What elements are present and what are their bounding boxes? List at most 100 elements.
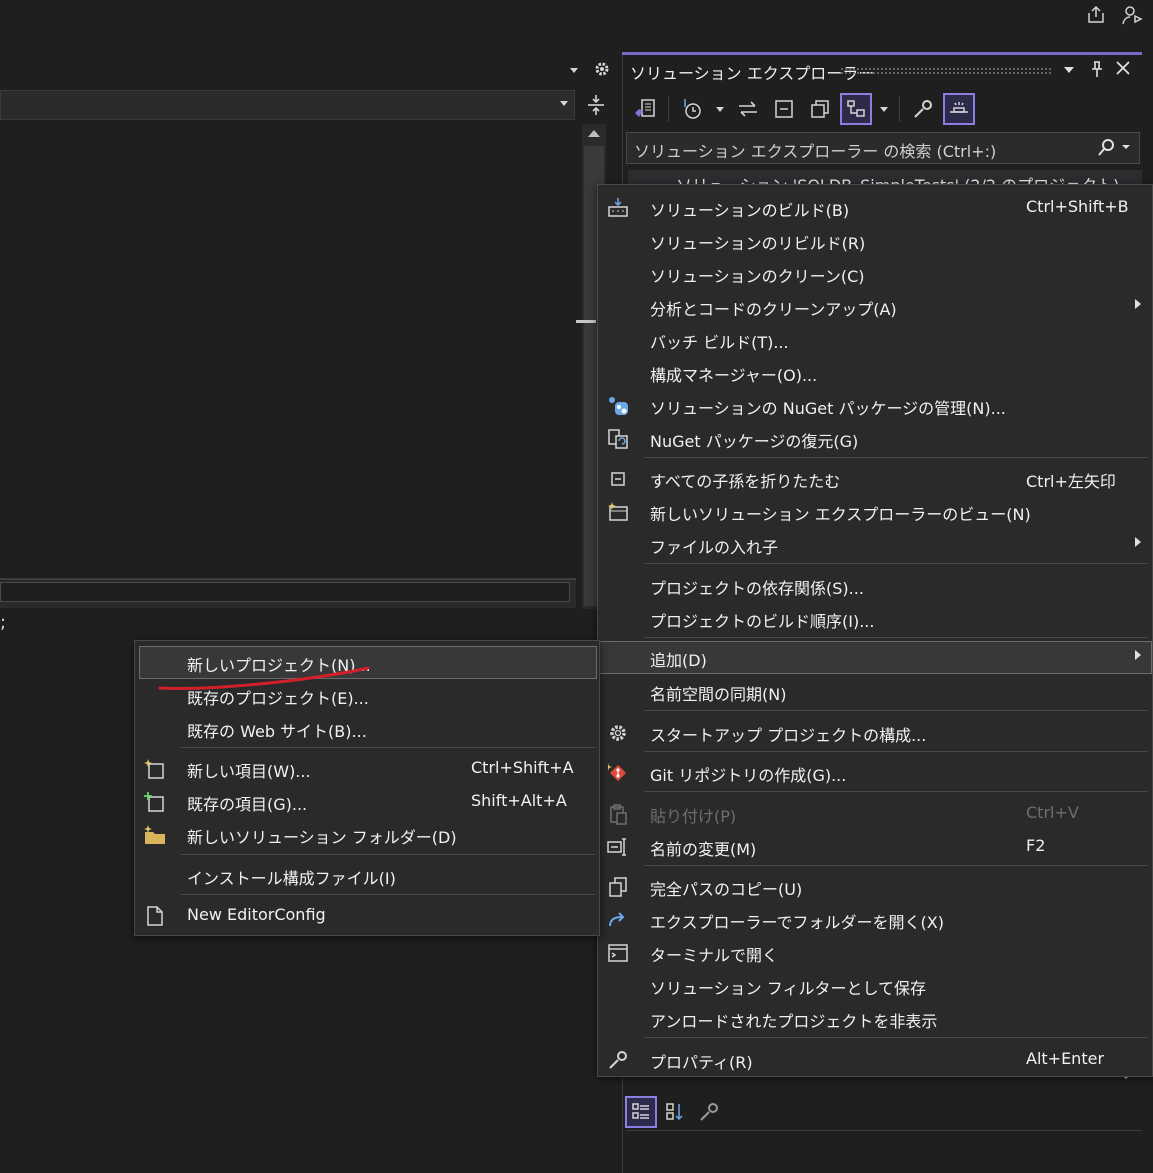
menu-item-file-nesting[interactable]: ファイルの入れ子 — [598, 528, 1152, 561]
menu-separator — [644, 751, 1148, 752]
menu-item-label: 貼り付け(P) — [650, 807, 737, 826]
menu-item-label: 既存の項目(G)... — [187, 795, 308, 814]
categorized-icon[interactable] — [625, 1096, 657, 1128]
preview-selected-items-icon[interactable] — [943, 93, 975, 125]
menu-item-label: 追加(D) — [650, 651, 707, 670]
submenu-arrow-icon — [1134, 536, 1142, 548]
wrench-icon[interactable] — [694, 1097, 724, 1127]
menu-separator — [181, 894, 595, 895]
menu-separator — [644, 865, 1148, 866]
menu-item-restore-nuget[interactable]: NuGet パッケージの復元(G) — [598, 422, 1152, 455]
pending-changes-filter-icon[interactable] — [677, 94, 707, 124]
menu-item-label: ソリューションの NuGet パッケージの管理(N)... — [650, 399, 1006, 418]
menu-item-new-item[interactable]: 新しい項目(W)... Ctrl+Shift+A — [135, 752, 599, 785]
menu-item-label: Git リポジトリの作成(G)... — [650, 766, 847, 785]
menu-item-install-config[interactable]: インストール構成ファイル(I) — [135, 859, 599, 892]
menu-item-collapse-all[interactable]: すべての子孫を折りたたむ Ctrl+左矢印 — [598, 462, 1152, 495]
menu-item-label: ターミナルで開く — [650, 946, 779, 965]
menu-item-rename[interactable]: 名前の変更(M) F2 — [598, 830, 1152, 863]
menu-item-copy-full-path[interactable]: 完全パスのコピー(U) — [598, 870, 1152, 903]
menu-item-shortcut: Ctrl+Shift+B — [1026, 197, 1129, 216]
menu-item-label: ソリューションのクリーン(C) — [650, 267, 865, 286]
menu-item-label: ソリューションのリビルド(R) — [650, 234, 866, 253]
tree-view-toggle-icon[interactable] — [840, 93, 872, 125]
menu-item-build-solution[interactable]: ソリューションのビルド(B) Ctrl+Shift+B — [598, 191, 1152, 224]
menu-item-project-build-order[interactable]: プロジェクトのビルド順序(I)... — [598, 602, 1152, 635]
switch-views-icon[interactable] — [630, 94, 660, 124]
new-folder-icon — [143, 823, 167, 847]
menu-item-save-as-filter[interactable]: ソリューション フィルターとして保存 — [598, 969, 1152, 1002]
menu-item-new-editorconfig[interactable]: New EditorConfig — [135, 899, 599, 932]
live-share-icon[interactable] — [1121, 4, 1143, 26]
alphabetical-icon[interactable] — [660, 1097, 690, 1127]
menu-item-existing-item[interactable]: 既存の項目(G)... Shift+Alt+A — [135, 785, 599, 818]
copy-icon — [606, 875, 630, 899]
menu-item-existing-website[interactable]: 既存の Web サイト(B)... — [135, 712, 599, 745]
menu-item-new-explorer-view[interactable]: 新しいソリューション エクスプローラーのビュー(N) — [598, 495, 1152, 528]
menu-item-shortcut: F2 — [1026, 836, 1046, 855]
menu-item-label: New EditorConfig — [187, 905, 326, 924]
menu-item-add[interactable]: 追加(D) — [598, 641, 1152, 674]
close-icon[interactable] — [1115, 60, 1131, 76]
code-editor[interactable] — [0, 122, 578, 580]
navigation-dropdown[interactable] — [0, 90, 575, 120]
menu-separator — [644, 563, 1148, 564]
menu-item-label: 名前空間の同期(N) — [650, 685, 787, 704]
horizontal-scrollbar-track[interactable] — [0, 582, 570, 602]
pin-icon[interactable] — [1089, 60, 1105, 78]
menu-item-label: プロジェクトのビルド順序(I)... — [650, 612, 875, 631]
title-bar-actions — [1085, 0, 1153, 30]
menu-item-analyze-cleanup[interactable]: 分析とコードのクリーンアップ(A) — [598, 290, 1152, 323]
menu-item-shortcut: Shift+Alt+A — [471, 791, 567, 810]
menu-item-shortcut: Alt+Enter — [1026, 1049, 1105, 1068]
git-icon — [606, 761, 630, 785]
menu-item-new-solution-folder[interactable]: 新しいソリューション フォルダー(D) — [135, 818, 599, 851]
search-icon[interactable] — [1096, 138, 1130, 158]
panel-drag-handle[interactable] — [840, 67, 1052, 75]
share-icon[interactable] — [1085, 4, 1107, 26]
menu-item-shortcut: Ctrl+左矢印 — [1026, 472, 1116, 491]
chevron-down-icon[interactable] — [568, 64, 580, 76]
menu-item-properties[interactable]: プロパティ(R) Alt+Enter — [598, 1043, 1152, 1076]
chevron-down-icon[interactable] — [558, 97, 570, 109]
menu-item-sync-namespaces[interactable]: 名前空間の同期(N) — [598, 675, 1152, 708]
menu-separator — [644, 457, 1148, 458]
wrench-icon[interactable] — [908, 94, 938, 124]
new-window-icon — [606, 500, 630, 524]
show-all-files-icon[interactable] — [805, 94, 835, 124]
menu-item-open-in-explorer[interactable]: エクスプローラーでフォルダーを開く(X) — [598, 903, 1152, 936]
menu-item-label: エクスプローラーでフォルダーを開く(X) — [650, 913, 945, 932]
gear-icon[interactable] — [593, 60, 611, 78]
chevron-down-icon[interactable] — [713, 94, 727, 124]
chevron-down-icon[interactable] — [1062, 64, 1076, 76]
menu-item-clean-solution[interactable]: ソリューションのクリーン(C) — [598, 257, 1152, 290]
chevron-down-icon[interactable] — [877, 94, 891, 124]
menu-item-manage-nuget[interactable]: ソリューションの NuGet パッケージの管理(N)... — [598, 389, 1152, 422]
menu-item-project-dependencies[interactable]: プロジェクトの依存関係(S)... — [598, 569, 1152, 602]
menu-item-label: バッチ ビルド(T)... — [650, 333, 789, 352]
sync-with-active-document-icon[interactable] — [733, 94, 763, 124]
menu-item-label: 構成マネージャー(O)... — [650, 366, 818, 385]
menu-item-label: 既存の Web サイト(B)... — [187, 722, 367, 741]
scroll-up-arrow-icon[interactable] — [587, 127, 601, 139]
menu-item-configure-startup[interactable]: スタートアップ プロジェクトの構成... — [598, 716, 1152, 749]
menu-item-configuration-manager[interactable]: 構成マネージャー(O)... — [598, 356, 1152, 389]
scroll-position-marker — [576, 320, 596, 323]
menu-item-open-terminal[interactable]: ターミナルで開く — [598, 936, 1152, 969]
menu-item-label: ファイルの入れ子 — [650, 538, 779, 557]
menu-item-label: プロパティ(R) — [650, 1053, 753, 1072]
menu-separator — [644, 791, 1148, 792]
menu-item-hide-unloaded[interactable]: アンロードされたプロジェクトを非表示 — [598, 1002, 1152, 1035]
menu-separator — [181, 854, 595, 855]
menu-item-batch-build[interactable]: バッチ ビルド(T)... — [598, 323, 1152, 356]
toolbar-separator — [899, 96, 900, 122]
menu-item-create-git-repo[interactable]: Git リポジトリの作成(G)... — [598, 756, 1152, 789]
split-editor-icon[interactable] — [586, 94, 606, 116]
submenu-arrow-icon — [1134, 298, 1142, 310]
menu-item-rebuild-solution[interactable]: ソリューションのリビルド(R) — [598, 224, 1152, 257]
menu-item-label: 新しい項目(W)... — [187, 762, 311, 781]
properties-toolbar — [625, 1094, 724, 1130]
search-placeholder: ソリューション エクスプローラー の検索 (Ctrl+:) — [634, 142, 997, 161]
menu-item-label: NuGet パッケージの復元(G) — [650, 432, 859, 451]
collapse-all-icon[interactable] — [769, 94, 799, 124]
